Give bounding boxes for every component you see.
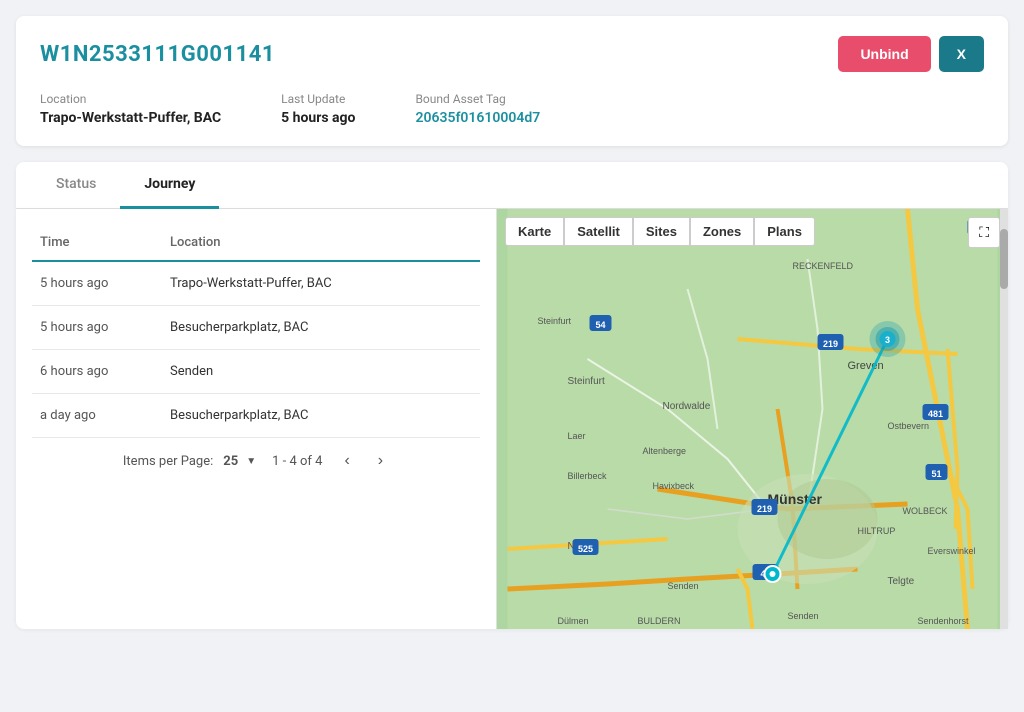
map-tab-sites[interactable]: Sites bbox=[633, 217, 690, 246]
close-button[interactable]: X bbox=[939, 36, 984, 72]
svg-text:Sendenhorst: Sendenhorst bbox=[918, 616, 970, 626]
bound-asset-info: Bound Asset Tag 20635f01610004d7 bbox=[415, 92, 540, 126]
svg-text:HILTRUP: HILTRUP bbox=[858, 526, 896, 536]
svg-text:525: 525 bbox=[578, 544, 593, 554]
tab-journey[interactable]: Journey bbox=[120, 162, 219, 209]
svg-text:Steinfurt: Steinfurt bbox=[568, 376, 605, 387]
svg-text:219: 219 bbox=[823, 339, 838, 349]
svg-text:54: 54 bbox=[595, 320, 605, 330]
row-location: Besucherparkplatz, BAC bbox=[162, 394, 480, 438]
page-container: W1N2533111G001141 Unbind X Location Trap… bbox=[0, 0, 1024, 712]
tab-status[interactable]: Status bbox=[32, 162, 120, 209]
col-location: Location bbox=[162, 225, 480, 261]
svg-text:Telgte: Telgte bbox=[888, 576, 915, 587]
top-card-header: W1N2533111G001141 Unbind X bbox=[40, 36, 984, 72]
svg-text:Greven: Greven bbox=[848, 360, 884, 372]
svg-text:481: 481 bbox=[928, 409, 943, 419]
location-label: Location bbox=[40, 92, 221, 106]
asset-id: W1N2533111G001141 bbox=[40, 42, 275, 67]
svg-text:Laer: Laer bbox=[568, 431, 586, 441]
journey-table: Time Location 5 hours ago Trapo-Werkstat… bbox=[32, 225, 480, 438]
map-background: Münster Greven Nordwalde Steinfurt Telgt… bbox=[497, 209, 1008, 629]
svg-text:Senden: Senden bbox=[788, 611, 819, 621]
row-time: a day ago bbox=[32, 394, 162, 438]
row-location: Besucherparkplatz, BAC bbox=[162, 306, 480, 350]
svg-text:Ostbevern: Ostbevern bbox=[888, 421, 930, 431]
svg-text:Dülmen: Dülmen bbox=[558, 616, 589, 626]
items-per-page-label: Items per Page: bbox=[123, 454, 213, 469]
col-time: Time bbox=[32, 225, 162, 261]
map-fullscreen-button[interactable]: ⛶ bbox=[968, 217, 1000, 248]
row-time: 5 hours ago bbox=[32, 306, 162, 350]
map-tab-zones[interactable]: Zones bbox=[690, 217, 754, 246]
map-scrollbar[interactable] bbox=[1000, 209, 1008, 629]
items-per-page: Items per Page: 25 ▼ bbox=[123, 454, 256, 469]
svg-text:51: 51 bbox=[931, 469, 941, 479]
journey-table-side: Time Location 5 hours ago Trapo-Werkstat… bbox=[16, 209, 496, 629]
map-side: Münster Greven Nordwalde Steinfurt Telgt… bbox=[496, 209, 1008, 629]
page-info: 1 - 4 of 4 bbox=[272, 454, 322, 469]
items-per-page-value: 25 bbox=[223, 454, 238, 469]
last-update-value: 5 hours ago bbox=[281, 110, 355, 126]
svg-text:Altenberge: Altenberge bbox=[643, 446, 687, 456]
top-card: W1N2533111G001141 Unbind X Location Trap… bbox=[16, 16, 1008, 146]
map-scrollbar-thumb[interactable] bbox=[1000, 229, 1008, 289]
btn-group: Unbind X bbox=[838, 36, 984, 72]
svg-text:3: 3 bbox=[885, 335, 890, 345]
top-card-info: Location Trapo-Werkstatt-Puffer, BAC Las… bbox=[40, 92, 984, 126]
last-update-label: Last Update bbox=[281, 92, 355, 106]
last-update-info: Last Update 5 hours ago bbox=[281, 92, 355, 126]
svg-text:219: 219 bbox=[757, 504, 772, 514]
bound-asset-label: Bound Asset Tag bbox=[415, 92, 540, 106]
bound-asset-value[interactable]: 20635f01610004d7 bbox=[415, 110, 540, 126]
svg-text:RECKENFELD: RECKENFELD bbox=[793, 261, 854, 271]
svg-text:BULDERN: BULDERN bbox=[638, 616, 681, 626]
svg-text:Everswinkel: Everswinkel bbox=[928, 546, 976, 556]
main-content: Time Location 5 hours ago Trapo-Werkstat… bbox=[16, 209, 1008, 629]
unbind-button[interactable]: Unbind bbox=[838, 36, 930, 72]
svg-text:Billerbeck: Billerbeck bbox=[568, 471, 608, 481]
map-controls: Karte Satellit Sites Zones Plans bbox=[505, 217, 815, 246]
table-row: 5 hours ago Besucherparkplatz, BAC bbox=[32, 306, 480, 350]
pagination-row: Items per Page: 25 ▼ 1 - 4 of 4 ‹ › bbox=[32, 438, 480, 486]
row-location: Trapo-Werkstatt-Puffer, BAC bbox=[162, 261, 480, 306]
dropdown-icon[interactable]: ▼ bbox=[246, 456, 256, 467]
prev-page-button[interactable]: ‹ bbox=[338, 450, 355, 472]
row-time: 6 hours ago bbox=[32, 350, 162, 394]
map-tab-satellit[interactable]: Satellit bbox=[564, 217, 633, 246]
svg-text:Steinfurt: Steinfurt bbox=[538, 316, 572, 326]
map-tab-plans[interactable]: Plans bbox=[754, 217, 815, 246]
map-tab-karte[interactable]: Karte bbox=[505, 217, 564, 246]
row-time: 5 hours ago bbox=[32, 261, 162, 306]
map-container: Münster Greven Nordwalde Steinfurt Telgt… bbox=[497, 209, 1008, 629]
svg-text:Nordwalde: Nordwalde bbox=[663, 401, 711, 412]
table-row: 6 hours ago Senden bbox=[32, 350, 480, 394]
next-page-button[interactable]: › bbox=[372, 450, 389, 472]
svg-text:Havixbeck: Havixbeck bbox=[653, 481, 695, 491]
svg-text:Senden: Senden bbox=[668, 581, 699, 591]
tabs-container: Status Journey bbox=[16, 162, 1008, 209]
table-row: a day ago Besucherparkplatz, BAC bbox=[32, 394, 480, 438]
table-row: 5 hours ago Trapo-Werkstatt-Puffer, BAC bbox=[32, 261, 480, 306]
location-value: Trapo-Werkstatt-Puffer, BAC bbox=[40, 110, 221, 126]
row-location: Senden bbox=[162, 350, 480, 394]
location-info: Location Trapo-Werkstatt-Puffer, BAC bbox=[40, 92, 221, 126]
svg-text:WOLBECK: WOLBECK bbox=[903, 506, 948, 516]
